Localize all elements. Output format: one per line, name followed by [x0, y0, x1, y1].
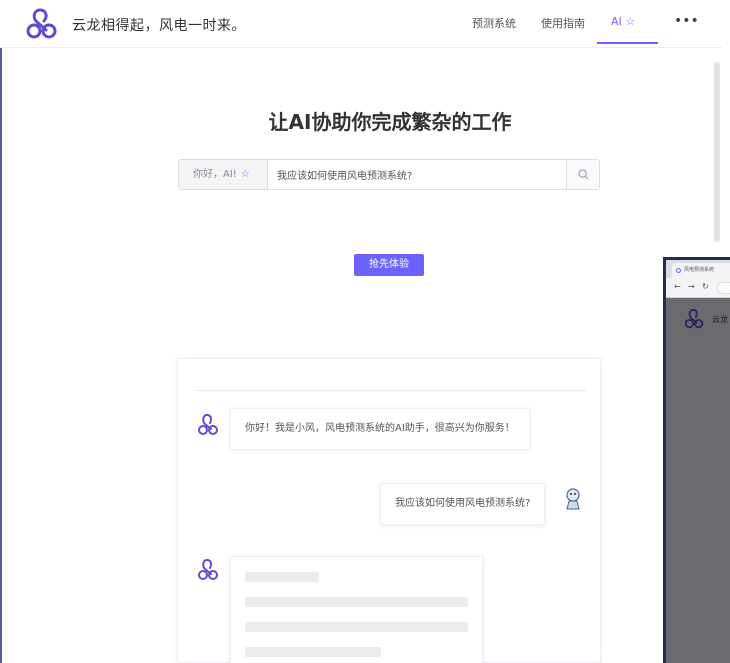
forward-arrow-icon[interactable]: → — [688, 282, 695, 291]
reload-icon[interactable]: ↻ — [702, 282, 709, 291]
tab-favicon-icon — [676, 268, 681, 273]
popup-tab-title: 风电预测系统 — [684, 267, 715, 273]
popup-site-title: 云龙 — [712, 315, 728, 324]
top-navbar: 云龙相得起，风电一时来。 预测系统 使用指南 AI ☆ ••• — [0, 0, 722, 48]
more-menu-button[interactable]: ••• — [674, 13, 699, 29]
skeleton-line — [245, 647, 381, 657]
bot-message-bubble: 你好！我是小风，风电预测系统的AI助手，很高兴为你服务！ — [230, 408, 530, 450]
bot-loading-bubble — [230, 556, 483, 663]
popup-tab-bar: 风电预测系统 — [666, 260, 730, 278]
bot-avatar-icon — [198, 414, 218, 435]
logo-icon — [684, 308, 704, 329]
nav-item-guide[interactable]: 使用指南 — [541, 15, 585, 31]
try-now-button[interactable]: 抢先体验 — [354, 254, 424, 276]
popup-tab[interactable]: 风电预测系统 — [672, 263, 730, 278]
search-input[interactable] — [269, 160, 567, 189]
back-arrow-icon[interactable]: ← — [674, 282, 681, 291]
site-title: 云龙相得起，风电一时来。 — [72, 18, 246, 34]
page-scrollbar[interactable] — [714, 62, 720, 242]
bot-avatar-icon — [198, 559, 218, 580]
popup-address-bar: ← → ↻ — [666, 278, 730, 298]
search-prefix-label: 你好，AI! ☆ — [179, 160, 268, 189]
search-icon — [578, 169, 589, 180]
popup-url-field[interactable] — [717, 282, 730, 294]
chat-divider — [194, 390, 586, 391]
hero-title: 让AI协助你完成繁杂的工作 — [268, 110, 512, 134]
chat-preview-card: 你好！我是小风，风电预测系统的AI助手，很高兴为你服务！ 我应该如何使用风电预测… — [177, 358, 601, 663]
ai-search-bar: 你好，AI! ☆ — [178, 159, 600, 190]
logo-icon[interactable] — [22, 4, 62, 44]
window-left-edge — [0, 0, 2, 663]
skeleton-line — [245, 597, 468, 607]
star-icon: ☆ — [240, 169, 250, 180]
nav-item-forecast[interactable]: 预测系统 — [472, 15, 516, 31]
nav-active-indicator — [597, 42, 658, 44]
user-avatar-icon — [566, 488, 580, 510]
popup-browser-window[interactable]: 风电预测系统 ← → ↻ 云龙 — [663, 257, 730, 663]
search-button[interactable] — [566, 160, 599, 189]
nav-item-ai[interactable]: AI ☆ — [611, 15, 635, 28]
skeleton-line — [245, 622, 468, 632]
search-prefix-text: 你好，AI! — [193, 169, 237, 180]
user-message-bubble: 我应该如何使用风电预测系统? — [380, 483, 546, 525]
popup-page-header: 云龙 — [666, 299, 730, 335]
skeleton-line — [245, 572, 319, 582]
